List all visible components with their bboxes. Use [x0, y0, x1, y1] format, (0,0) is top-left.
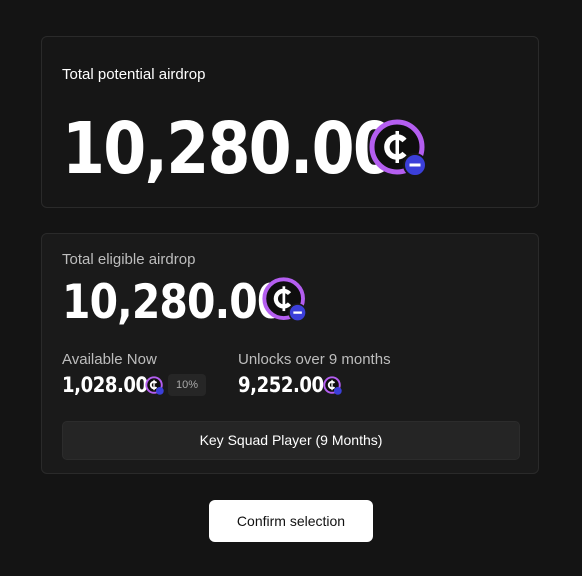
total-airdrop-label: Total potential airdrop [62, 66, 206, 83]
total-airdrop-amount: 10,280.00 [62, 107, 396, 190]
percent-badge: 10% [168, 374, 206, 396]
unlocks-amount: 9,252.00 [238, 373, 324, 397]
unlocks-label: Unlocks over 9 months [238, 351, 391, 368]
token-coin-icon [323, 376, 342, 395]
token-coin-icon [262, 277, 307, 322]
available-now-label: Available Now [62, 351, 157, 368]
eligible-airdrop-amount: 10,280.00 [62, 275, 285, 330]
total-airdrop-card: Total potential airdrop 10,280.00 [41, 36, 539, 208]
eligible-airdrop-label: Total eligible airdrop [62, 251, 196, 268]
available-now-amount: 1,028.00 [62, 373, 148, 397]
eligible-airdrop-card: Total eligible airdrop 10,280.00 Availab… [41, 233, 539, 474]
token-coin-icon [145, 376, 164, 395]
vesting-plan-button[interactable]: Key Squad Player (9 Months) [62, 421, 520, 460]
token-coin-icon [369, 119, 427, 177]
confirm-selection-button[interactable]: Confirm selection [209, 500, 373, 542]
